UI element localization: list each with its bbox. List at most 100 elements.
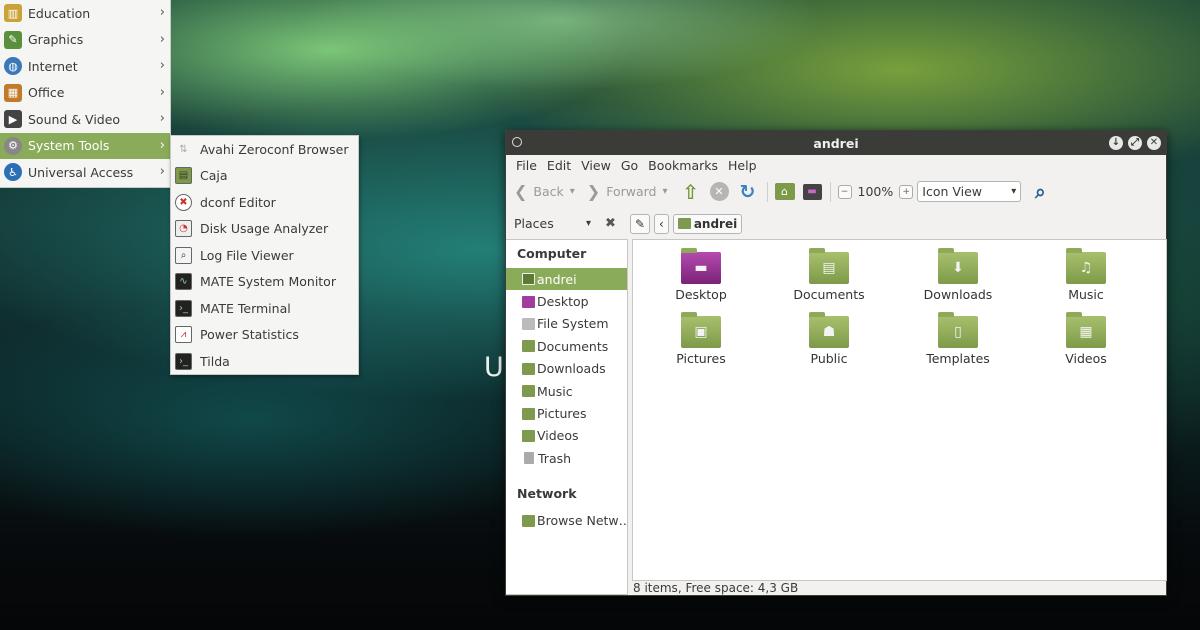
path-segment-home[interactable]: andrei xyxy=(672,213,743,234)
sidebar-item-music[interactable]: Music xyxy=(506,380,627,402)
menu-file[interactable]: File xyxy=(511,158,542,173)
file-item-documents[interactable]: ▤ Documents xyxy=(779,248,879,302)
submenu-item-terminal[interactable]: ›_ MATE Terminal xyxy=(171,295,358,322)
menu-item-office[interactable]: ▦ Office › xyxy=(0,80,170,107)
chevron-right-icon: › xyxy=(159,137,165,153)
back-label: Back xyxy=(533,184,564,199)
zoom-in-button[interactable]: + xyxy=(899,184,914,199)
reload-button[interactable]: ↻ xyxy=(737,181,759,203)
sidebar-item-andrei[interactable]: andrei xyxy=(506,268,627,291)
chevron-down-icon[interactable]: ▾ xyxy=(570,186,575,197)
menu-bookmarks[interactable]: Bookmarks xyxy=(643,158,723,173)
menu-edit[interactable]: Edit xyxy=(542,158,576,173)
folder-icon xyxy=(522,385,535,398)
menu-item-label: Graphics xyxy=(28,32,84,48)
menu-help[interactable]: Help xyxy=(723,158,762,173)
file-icon-view: ▬ Desktop ▤ Documents ⬇ Downloads ♫ Musi… xyxy=(632,239,1167,581)
file-item-downloads[interactable]: ⬇ Downloads xyxy=(908,248,1008,302)
sidebar-item-browse-network[interactable]: Browse Netw… xyxy=(506,510,627,532)
menu-item-sound-video[interactable]: ▶ Sound & Video › xyxy=(0,106,170,133)
submenu-item-disk-usage[interactable]: ◔ Disk Usage Analyzer xyxy=(171,216,358,243)
folder-icon xyxy=(522,340,535,353)
folder-emblem: ▣ xyxy=(694,324,708,340)
sidebar-item-label: Browse Netw… xyxy=(537,513,627,529)
sidebar-item-desktop[interactable]: Desktop xyxy=(506,290,627,312)
submenu-item-dconf-editor[interactable]: ✖ dconf Editor xyxy=(171,189,358,216)
sidebar-header-computer: Computer xyxy=(517,246,587,261)
folder-emblem: ▯ xyxy=(954,324,962,340)
submenu-item-label: Caja xyxy=(200,168,228,184)
menu-item-universal-access[interactable]: ♿ Universal Access › xyxy=(0,159,170,186)
sidebar-item-videos[interactable]: Videos xyxy=(506,425,627,447)
sidebar-item-file-system[interactable]: File System xyxy=(506,313,627,335)
folder-emblem: ⬇ xyxy=(952,260,964,276)
chevron-right-icon: ❯ xyxy=(586,182,601,201)
file-item-music[interactable]: ♫ Music xyxy=(1036,248,1136,302)
zoom-out-button[interactable]: − xyxy=(837,184,852,199)
file-item-pictures[interactable]: ▣ Pictures xyxy=(651,312,751,366)
menu-item-graphics[interactable]: ✎ Graphics › xyxy=(0,27,170,54)
edit-location-button[interactable]: ✎ xyxy=(629,213,650,234)
submenu-item-tilda[interactable]: ›_ Tilda xyxy=(171,348,358,375)
file-item-public[interactable]: ☗ Public xyxy=(779,312,879,366)
submenu-item-label: Disk Usage Analyzer xyxy=(200,221,329,237)
home-button[interactable]: ⌂ xyxy=(774,183,795,200)
view-mode-value: Icon View xyxy=(922,184,983,199)
internet-icon: ◍ xyxy=(4,57,22,76)
system-tools-submenu: ⇅ Avahi Zeroconf Browser ▤ Caja ✖ dconf … xyxy=(170,135,359,375)
file-item-templates[interactable]: ▯ Templates xyxy=(908,312,1008,366)
up-button[interactable]: ⇧ xyxy=(680,180,702,204)
menu-item-education[interactable]: ▥ Education › xyxy=(0,0,170,27)
sidebar-item-label: Desktop xyxy=(537,294,589,310)
window-menu-icon[interactable] xyxy=(512,137,522,147)
places-selector[interactable]: Places xyxy=(514,216,586,231)
sidebar-item-downloads[interactable]: Downloads xyxy=(506,358,627,380)
maximize-button[interactable]: ⤢ xyxy=(1128,136,1142,150)
drive-icon xyxy=(522,317,535,330)
templates-folder-icon: ▯ xyxy=(938,312,978,348)
minimize-button[interactable]: ↓ xyxy=(1109,136,1123,150)
stop-button[interactable]: ✕ xyxy=(709,182,729,201)
submenu-item-power-statistics[interactable]: ⩘ Power Statistics xyxy=(171,322,358,349)
disk-usage-icon: ◔ xyxy=(175,220,192,238)
close-sidebar-icon[interactable]: ✖ xyxy=(605,216,616,231)
power-stats-icon: ⩘ xyxy=(175,326,192,344)
submenu-item-caja[interactable]: ▤ Caja xyxy=(171,163,358,190)
chevron-down-icon[interactable]: ▾ xyxy=(586,218,591,229)
path-back-button[interactable]: ‹ xyxy=(654,213,669,234)
sidebar-item-label: Documents xyxy=(537,338,609,354)
folder-emblem: ☗ xyxy=(822,324,836,340)
menu-item-system-tools[interactable]: ⚙ System Tools › xyxy=(0,132,170,159)
folder-emblem: ♫ xyxy=(1079,260,1093,276)
path-label: andrei xyxy=(693,216,738,231)
close-button[interactable]: ✕ xyxy=(1147,136,1161,150)
menu-item-label: Universal Access xyxy=(28,164,134,180)
window-titlebar[interactable]: andrei ↓ ⤢ ✕ xyxy=(506,131,1166,155)
sidebar-item-pictures[interactable]: Pictures xyxy=(506,402,627,424)
chevron-right-icon: › xyxy=(159,164,165,179)
file-item-label: Desktop xyxy=(675,287,727,302)
tilda-icon: ›_ xyxy=(175,352,192,370)
menu-view[interactable]: View xyxy=(576,158,616,173)
submenu-item-log-viewer[interactable]: ⌕ Log File Viewer xyxy=(171,242,358,269)
sidebar-item-trash[interactable]: Trash xyxy=(506,447,627,469)
view-mode-select[interactable]: Icon View ▾ xyxy=(917,181,1022,202)
search-button[interactable]: ⌕ xyxy=(1029,181,1051,203)
menubar: File Edit View Go Bookmarks Help xyxy=(506,155,1166,175)
submenu-item-avahi[interactable]: ⇅ Avahi Zeroconf Browser xyxy=(171,136,358,163)
sound-video-icon: ▶ xyxy=(4,110,22,129)
back-button[interactable]: ❮ Back ▾ xyxy=(514,182,575,201)
chevron-down-icon[interactable]: ▾ xyxy=(662,186,667,197)
menu-go[interactable]: Go xyxy=(616,158,643,173)
system-tools-icon: ⚙ xyxy=(4,136,22,155)
file-item-desktop[interactable]: ▬ Desktop xyxy=(651,248,751,302)
submenu-item-system-monitor[interactable]: ∿ MATE System Monitor xyxy=(171,269,358,296)
folder-emblem: ▤ xyxy=(822,260,836,276)
forward-button[interactable]: ❯ Forward ▾ xyxy=(587,182,668,201)
sidebar-item-documents[interactable]: Documents xyxy=(506,335,627,357)
computer-button[interactable]: ▬ xyxy=(802,183,822,200)
file-item-videos[interactable]: ▦ Videos xyxy=(1036,312,1136,366)
chevron-right-icon: › xyxy=(159,31,165,47)
menu-item-internet[interactable]: ◍ Internet › xyxy=(0,53,170,80)
menu-item-label: Sound & Video xyxy=(28,111,121,127)
